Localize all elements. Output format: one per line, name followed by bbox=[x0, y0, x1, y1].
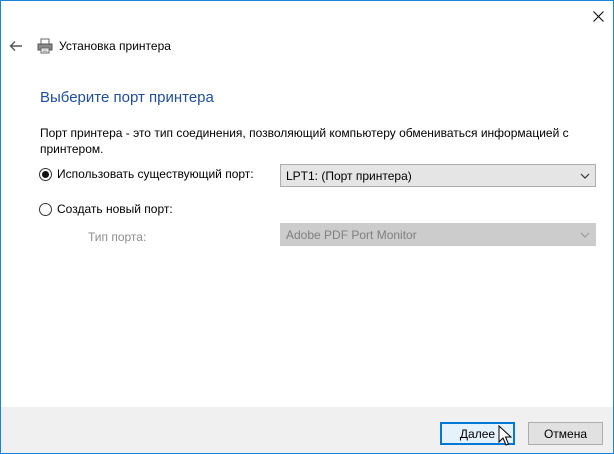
cancel-button[interactable]: Отмена bbox=[528, 422, 603, 445]
radio-button-unchecked[interactable] bbox=[39, 202, 52, 216]
printer-setup-window: Установка принтера Выберите порт принтер… bbox=[0, 0, 614, 454]
radio-button-checked[interactable] bbox=[39, 167, 52, 181]
port-type-label: Тип порта: bbox=[88, 230, 147, 244]
page-title: Выберите порт принтера bbox=[40, 89, 214, 106]
existing-port-value: LPT1: (Порт принтера) bbox=[286, 168, 412, 183]
wizard-footer: Далее Отмена bbox=[1, 407, 613, 453]
back-arrow-icon bbox=[9, 41, 22, 51]
window-title: Установка принтера bbox=[59, 39, 171, 53]
back-button[interactable] bbox=[5, 35, 27, 57]
chevron-down-icon bbox=[580, 232, 590, 238]
use-existing-port-radio[interactable]: Использовать существующий порт: bbox=[39, 167, 254, 181]
chevron-down-icon bbox=[580, 173, 590, 179]
create-new-port-label: Создать новый порт: bbox=[57, 202, 173, 216]
wizard-header: Установка принтера bbox=[1, 31, 613, 61]
close-button[interactable] bbox=[583, 1, 613, 31]
port-type-select: Adobe PDF Port Monitor bbox=[280, 223, 596, 246]
existing-port-select[interactable]: LPT1: (Порт принтера) bbox=[280, 164, 596, 187]
port-type-value: Adobe PDF Port Monitor bbox=[286, 227, 417, 242]
create-new-port-radio[interactable]: Создать новый порт: bbox=[39, 202, 173, 216]
page-description: Порт принтера - это тип соединения, позв… bbox=[40, 126, 569, 156]
use-existing-port-label: Использовать существующий порт: bbox=[57, 167, 254, 181]
close-icon bbox=[592, 10, 604, 22]
mouse-cursor-icon bbox=[498, 425, 513, 446]
printer-icon bbox=[37, 38, 53, 54]
